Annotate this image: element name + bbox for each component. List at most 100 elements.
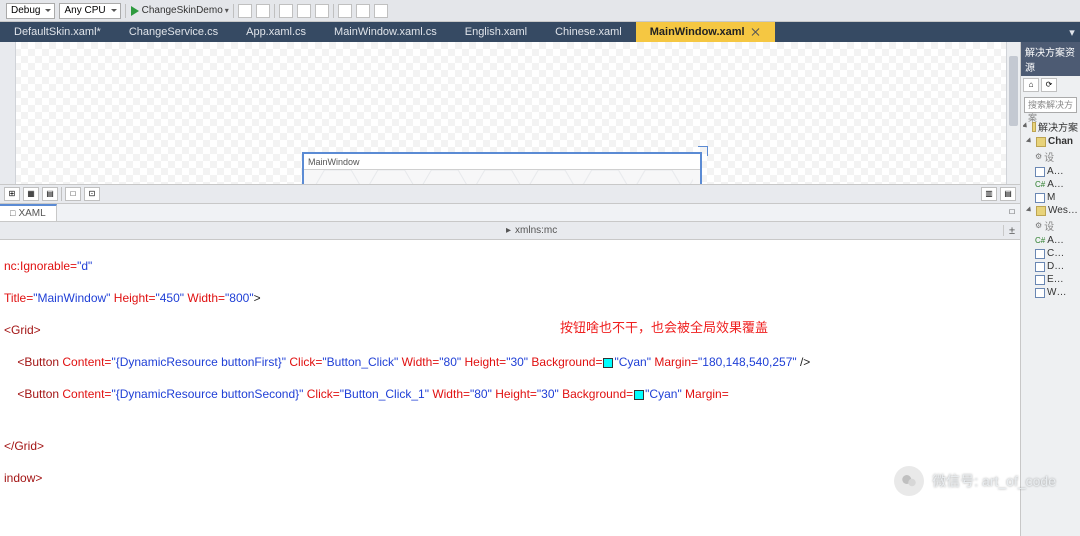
code-attr: Click= [286, 355, 322, 369]
tab-english[interactable]: English.xaml [451, 22, 541, 42]
toolbar-icon[interactable] [279, 4, 293, 18]
tree-item[interactable]: M [1023, 191, 1078, 204]
run-label: ChangeSkinDemo [142, 5, 223, 16]
config-dropdown[interactable]: Debug [6, 3, 55, 19]
pane-collapse-button[interactable]: □ [1004, 206, 1020, 220]
tab-defaultskin[interactable]: DefaultSkin.xaml* [0, 22, 115, 42]
code-attr: Content= [62, 387, 111, 401]
xaml-designer[interactable]: MainWindow 按钮1 按钮2 [0, 42, 1020, 184]
file-icon [1036, 137, 1046, 147]
code-val: "450" [155, 291, 184, 305]
tree-label: 设 [1044, 149, 1054, 164]
tree-item[interactable]: C#A… [1023, 178, 1078, 191]
code-attr: Background= [559, 387, 633, 401]
toolbar-icon[interactable] [374, 4, 388, 18]
view-mode-button[interactable]: ▦ [23, 187, 39, 201]
tree-label: 设 [1044, 218, 1054, 233]
home-icon[interactable]: ⌂ [1023, 78, 1039, 92]
tree-item[interactable]: Chan [1023, 135, 1078, 148]
tree-item[interactable]: C… [1023, 247, 1078, 260]
toolbar-icon[interactable] [238, 4, 252, 18]
toolbar-icon[interactable] [297, 4, 311, 18]
tab-app-xaml-cs[interactable]: App.xaml.cs [232, 22, 320, 42]
tree-item[interactable]: Wes… [1023, 204, 1078, 217]
xaml-code-editor[interactable]: nc:Ignorable="d" Title="MainWindow" Heig… [0, 240, 1020, 536]
toolbar-icon[interactable] [315, 4, 329, 18]
split-orientation-button[interactable]: ▥ [981, 187, 997, 201]
code-attr: Title= [4, 291, 33, 305]
separator [233, 4, 234, 18]
tree-label: D… [1047, 261, 1064, 272]
tab-changeservice[interactable]: ChangeService.cs [115, 22, 232, 42]
breadcrumb-right[interactable]: ▸ xmlns:mc [502, 225, 1004, 236]
code-val: "80" [439, 355, 461, 369]
toolbar-icon[interactable] [356, 4, 370, 18]
tree-item[interactable]: ⚙设 [1023, 148, 1078, 165]
code-val: "Cyan" [645, 387, 682, 401]
wechat-icon [894, 466, 924, 496]
scrollbar-thumb[interactable] [1009, 56, 1018, 126]
code-attr: Height= [461, 355, 506, 369]
breadcrumb-icon: ▸ [506, 225, 511, 236]
zoom-button[interactable]: ⊡ [84, 187, 100, 201]
file-icon [1035, 167, 1045, 177]
code-attr: Margin= [682, 387, 729, 401]
selection-bracket [698, 146, 708, 156]
xaml-pane-tab[interactable]: □ XAML [0, 204, 57, 221]
breadcrumb-expand-button[interactable]: ± [1004, 225, 1020, 237]
run-button[interactable]: ChangeSkinDemo ▾ [130, 5, 229, 16]
code-val: "30" [537, 387, 559, 401]
file-type-icon: ⚙ [1035, 152, 1042, 161]
file-icon [1036, 206, 1046, 216]
designer-scrollbar[interactable] [1006, 42, 1020, 184]
tab-mainwindow-cs[interactable]: MainWindow.xaml.cs [320, 22, 451, 42]
tree-label: A… [1047, 179, 1064, 190]
tree-item[interactable]: E… [1023, 273, 1078, 286]
file-icon [1035, 275, 1045, 285]
split-orientation-button[interactable]: ▤ [1000, 187, 1016, 201]
file-icon [1035, 288, 1045, 298]
preview-window[interactable]: MainWindow 按钮1 按钮2 [302, 152, 702, 184]
view-mode-button[interactable]: ▤ [42, 187, 58, 201]
hex-background [304, 170, 700, 184]
solution-search-input[interactable]: 搜索解决方案 [1024, 97, 1077, 113]
document-tabbar: DefaultSkin.xaml* ChangeService.cs App.x… [0, 22, 1080, 42]
file-icon [1035, 249, 1045, 259]
file-icon [1035, 262, 1045, 272]
separator [125, 4, 126, 18]
tab-chinese[interactable]: Chinese.xaml [541, 22, 636, 42]
solution-tree[interactable]: 解决方案 Chan⚙设A…C#A…MWes…⚙设C#A…C…D…E…W… [1021, 116, 1080, 301]
code-txt: /> [797, 355, 811, 369]
tree-item[interactable]: ⚙设 [1023, 217, 1078, 234]
toolbar-icon[interactable] [256, 4, 270, 18]
code-attr: Margin= [651, 355, 698, 369]
tree-root[interactable]: 解决方案 [1023, 118, 1078, 135]
designer-split-toolbar: ⊞ ▦ ▤ □ ⊡ ▥ ▤ [0, 184, 1020, 204]
tree-label: A… [1047, 166, 1064, 177]
code-elem: <Grid> [4, 323, 41, 337]
tree-item[interactable]: A… [1023, 165, 1078, 178]
zoom-button[interactable]: □ [65, 187, 81, 201]
close-icon[interactable] [751, 27, 761, 37]
tab-label: MainWindow.xaml [650, 26, 745, 38]
code-val: "Cyan" [614, 355, 651, 369]
view-mode-button[interactable]: ⊞ [4, 187, 20, 201]
tree-label: M [1047, 192, 1055, 203]
code-breadcrumb-bar: ▸ xmlns:mc ± [0, 222, 1020, 240]
watermark: 微信号: art_of_code [894, 466, 1056, 496]
tree-label: 解决方案 [1038, 119, 1078, 134]
tree-item[interactable]: D… [1023, 260, 1078, 273]
tree-item[interactable]: C#A… [1023, 234, 1078, 247]
toolbar-icon[interactable]: ⟳ [1041, 78, 1057, 92]
code-elem: indow> [4, 471, 42, 485]
code-attr: Height= [492, 387, 537, 401]
main-toolbar: Debug Any CPU ChangeSkinDemo ▾ [0, 0, 1080, 22]
code-val: "MainWindow" [33, 291, 110, 305]
tree-item[interactable]: W… [1023, 286, 1078, 299]
tab-mainwindow-xaml[interactable]: MainWindow.xaml [636, 22, 775, 42]
tab-overflow-button[interactable]: ▾ [1064, 22, 1080, 42]
file-type-icon: C# [1035, 180, 1045, 189]
annotation-code-text: 按钮啥也不干，也会被全局效果覆盖 [560, 320, 768, 336]
toolbar-icon[interactable] [338, 4, 352, 18]
platform-dropdown[interactable]: Any CPU [59, 3, 120, 19]
